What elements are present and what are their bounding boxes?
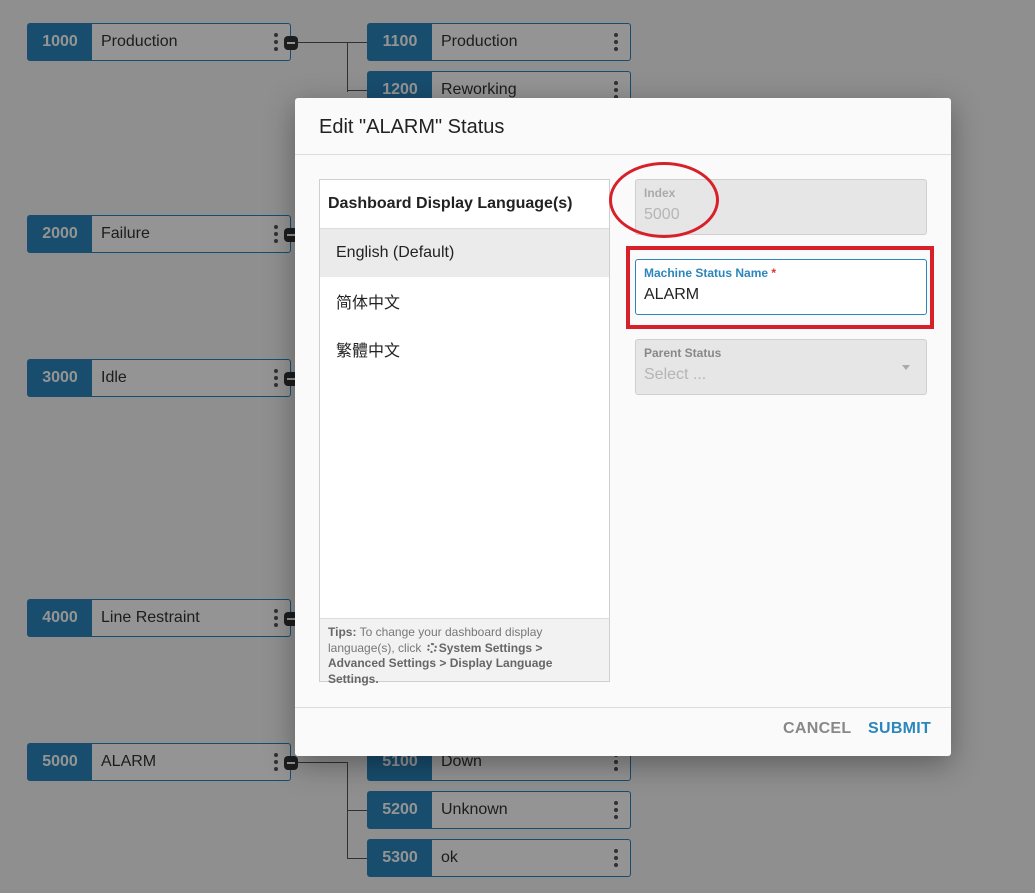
annotation-circle: [609, 162, 719, 238]
parent-status-label: Parent Status: [644, 346, 722, 360]
parent-status-placeholder: Select ...: [644, 366, 707, 383]
annotation-rectangle: [626, 246, 934, 329]
divider: [295, 154, 951, 155]
dropdown-arrow-icon: [902, 365, 910, 370]
gear-icon: [426, 642, 437, 653]
language-panel: Dashboard Display Language(s) English (D…: [319, 179, 610, 686]
submit-button[interactable]: SUBMIT: [868, 720, 931, 738]
language-panel-header: Dashboard Display Language(s): [320, 180, 609, 229]
language-item-traditional-chinese[interactable]: 繁體中文: [320, 325, 609, 373]
dialog-title: Edit "ALARM" Status: [319, 116, 505, 138]
tips-box: Tips: To change your dashboard display l…: [320, 618, 609, 686]
tips-label: Tips:: [328, 625, 357, 639]
parent-status-select: Parent Status Select ...: [635, 339, 927, 395]
cancel-button[interactable]: CANCEL: [783, 720, 851, 738]
language-item-english[interactable]: English (Default): [320, 229, 609, 277]
language-item-simplified-chinese[interactable]: 简体中文: [320, 277, 609, 325]
divider: [295, 707, 951, 708]
